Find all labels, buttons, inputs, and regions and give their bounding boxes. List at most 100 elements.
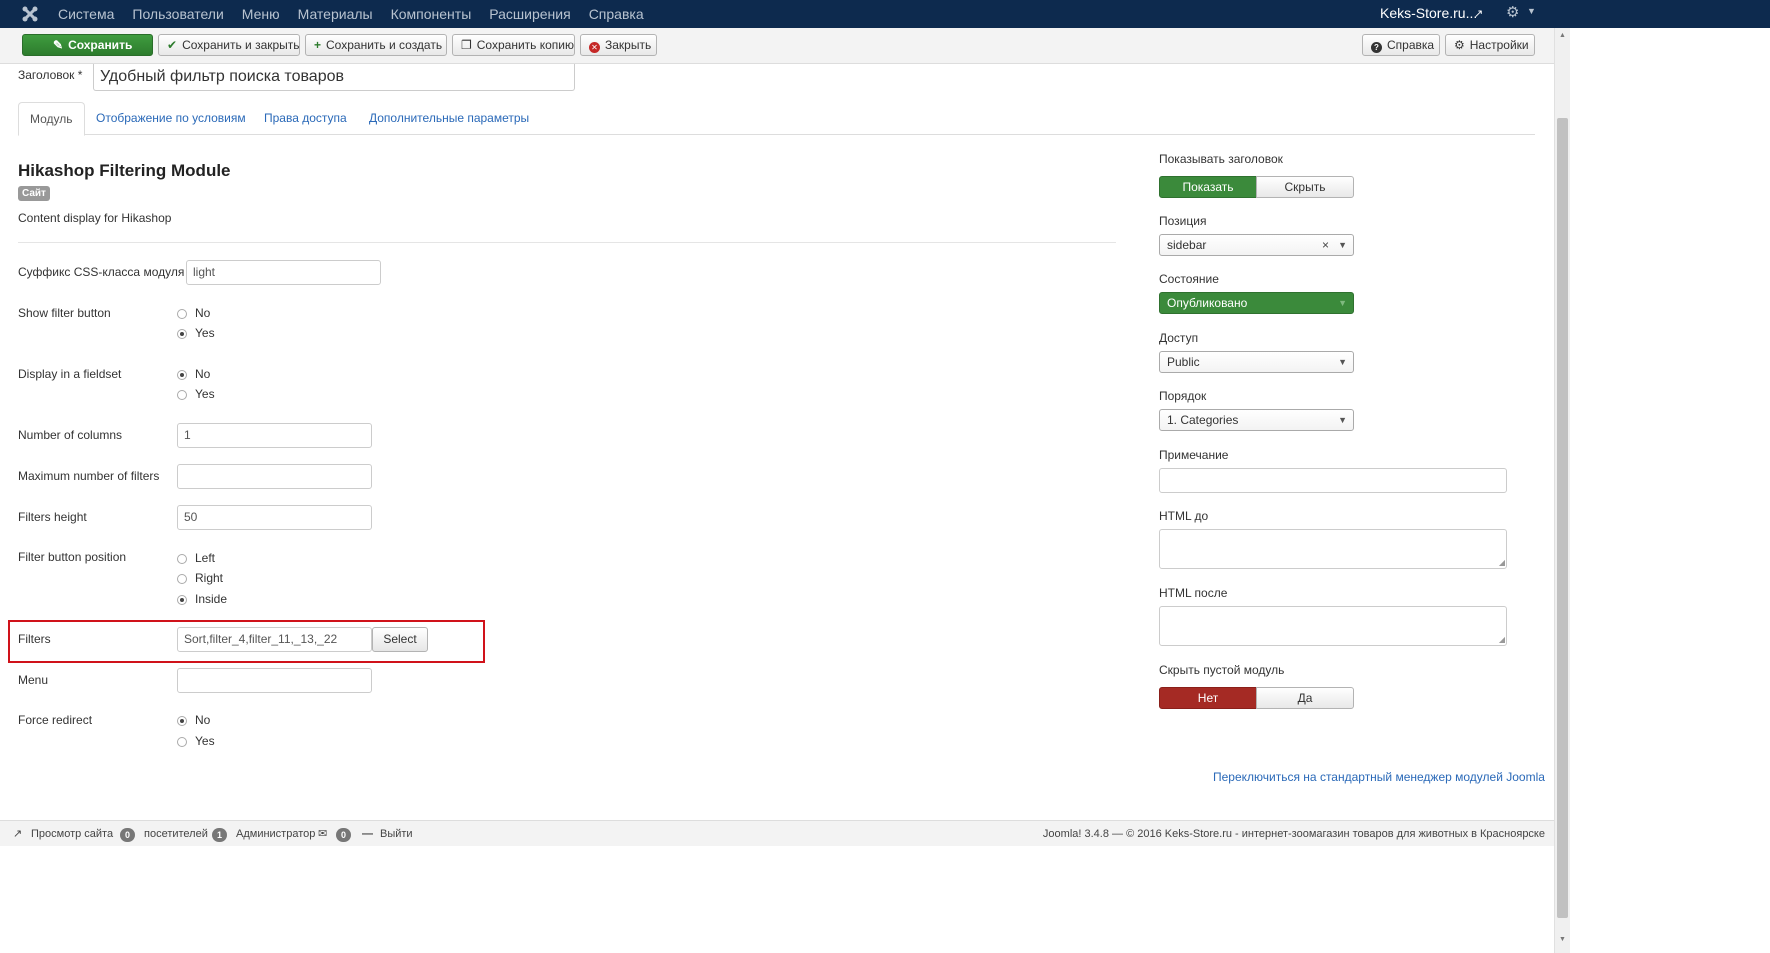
status-bar: ↗ Просмотр сайта 0 посетителей 1 Админис… xyxy=(0,820,1554,846)
radio-label: Yes xyxy=(195,387,215,401)
view-site-link[interactable]: Просмотр сайта xyxy=(31,821,113,847)
tab-bar: Модуль Отображение по условиям Права дос… xyxy=(18,102,1535,136)
force-redirect-label: Force redirect xyxy=(18,713,93,727)
display-fieldset-label: Display in a fieldset xyxy=(18,367,122,381)
chevron-down-icon: ▼ xyxy=(1338,415,1347,425)
radio-label: Left xyxy=(195,551,216,565)
position-left-radio[interactable] xyxy=(177,554,187,564)
note-input[interactable] xyxy=(1159,468,1507,493)
filters-input[interactable]: Sort,filter_4,filter_11,_13,_22 xyxy=(177,627,372,652)
css-suffix-input[interactable]: light xyxy=(186,260,381,285)
page-scrollbar[interactable]: ▲ ▼ xyxy=(1554,28,1570,953)
ordering-select[interactable]: 1. Categories ▼ xyxy=(1159,409,1354,431)
chevron-down-icon: ▼ xyxy=(1338,357,1347,367)
access-select[interactable]: Public ▼ xyxy=(1159,351,1354,373)
chevron-down-icon: ▼ xyxy=(1338,240,1347,250)
filters-select-button[interactable]: Select xyxy=(372,627,428,652)
save-new-button[interactable]: + Сохранить и создать xyxy=(305,34,447,56)
filters-height-label: Filters height xyxy=(18,510,87,524)
css-suffix-label: Суффикс CSS-класса модуля xyxy=(18,265,185,279)
close-button[interactable]: ✕ Закрыть xyxy=(580,34,657,56)
switch-module-manager-link[interactable]: Переключиться на стандартный менеджер мо… xyxy=(1213,770,1545,784)
scrollbar-thumb[interactable] xyxy=(1557,118,1568,918)
menu-item-content[interactable]: Материалы xyxy=(298,0,373,28)
menu-item-components[interactable]: Компоненты xyxy=(391,0,472,28)
force-redirect-no-radio[interactable] xyxy=(177,716,187,726)
scroll-up-icon[interactable]: ▲ xyxy=(1559,32,1566,39)
divider xyxy=(18,242,1116,243)
menu-label: Menu xyxy=(18,673,49,687)
tab-menu-assignment[interactable]: Отображение по условиям xyxy=(96,102,246,135)
state-value: Опубликовано xyxy=(1167,296,1248,310)
tab-module[interactable]: Модуль xyxy=(18,102,85,136)
position-value: sidebar xyxy=(1167,238,1207,252)
question-icon: ? xyxy=(1371,42,1382,53)
logout-link[interactable]: Выйти xyxy=(380,821,413,847)
menu-item-help[interactable]: Справка xyxy=(589,0,644,28)
show-filter-button-yes-radio[interactable] xyxy=(177,329,187,339)
display-fieldset-no-radio[interactable] xyxy=(177,370,187,380)
position-inside-radio[interactable] xyxy=(177,595,187,605)
radio-label: No xyxy=(195,713,211,727)
max-filters-input[interactable] xyxy=(177,464,372,489)
site-link[interactable]: Keks-Store.ru... xyxy=(1380,0,1477,26)
main-menu: Система Пользователи Меню Материалы Комп… xyxy=(58,0,662,28)
force-redirect-yes-radio[interactable] xyxy=(177,737,187,747)
resize-handle-icon[interactable]: ◢ xyxy=(1499,636,1505,644)
visitors-count-badge: 0 xyxy=(120,828,136,842)
chevron-down-icon: ▼ xyxy=(1338,298,1347,308)
state-select[interactable]: Опубликовано ▼ xyxy=(1159,292,1354,314)
show-title-hide-button[interactable]: Скрыть xyxy=(1256,176,1354,198)
html-after-textarea[interactable]: ◢ xyxy=(1159,606,1507,646)
clear-icon[interactable]: × xyxy=(1322,235,1329,255)
show-filter-button-label: Show filter button xyxy=(18,306,111,320)
help-button[interactable]: ? Справка xyxy=(1362,34,1440,56)
display-fieldset-yes-radio[interactable] xyxy=(177,390,187,400)
filters-label: Filters xyxy=(18,632,51,646)
title-label: Заголовок * xyxy=(18,68,83,82)
plus-icon: + xyxy=(314,38,322,52)
external-link-icon: ↗ xyxy=(1474,8,1484,20)
scroll-down-icon[interactable]: ▼ xyxy=(1559,936,1566,943)
chevron-down-icon[interactable]: ▼ xyxy=(1527,6,1536,16)
filter-button-position-label: Filter button position xyxy=(18,550,127,564)
close-icon: ✕ xyxy=(589,42,600,53)
external-link-icon: ↗ xyxy=(13,828,23,840)
ordering-value: 1. Categories xyxy=(1167,413,1239,427)
html-before-textarea[interactable]: ◢ xyxy=(1159,529,1507,569)
gear-icon[interactable]: ⚙ xyxy=(1506,3,1519,21)
num-columns-label: Number of columns xyxy=(18,428,123,442)
save-copy-button[interactable]: ❐ Сохранить копию xyxy=(452,34,575,56)
save-close-button[interactable]: ✔ Сохранить и закрыть xyxy=(158,34,300,56)
menu-item-extensions[interactable]: Расширения xyxy=(489,0,570,28)
radio-label: Right xyxy=(195,571,224,585)
title-input[interactable]: Удобный фильтр поиска товаров xyxy=(93,64,575,91)
show-filter-button-no-radio[interactable] xyxy=(177,309,187,319)
options-button[interactable]: ⚙ Настройки xyxy=(1445,34,1535,56)
position-label: Позиция xyxy=(1159,214,1207,228)
radio-label: No xyxy=(195,306,211,320)
save-button[interactable]: ✎ Сохранить xyxy=(22,34,153,56)
radio-label: Inside xyxy=(195,592,228,606)
tab-advanced[interactable]: Дополнительные параметры xyxy=(369,102,529,135)
tab-permissions[interactable]: Права доступа xyxy=(264,102,347,135)
html-after-label: HTML после xyxy=(1159,586,1228,600)
radio-label: Yes xyxy=(195,326,215,340)
show-title-show-button[interactable]: Показать xyxy=(1159,176,1257,198)
joomla-logo-icon[interactable] xyxy=(21,5,39,23)
position-select[interactable]: sidebar × ▼ xyxy=(1159,234,1354,256)
ordering-label: Порядок xyxy=(1159,389,1207,403)
max-filters-label: Maximum number of filters xyxy=(18,469,160,483)
menu-item-users[interactable]: Пользователи xyxy=(132,0,223,28)
menu-item-system[interactable]: Система xyxy=(58,0,114,28)
hide-empty-no-button[interactable]: Нет xyxy=(1159,687,1257,709)
module-title: Hikashop Filtering Module xyxy=(18,161,231,180)
menu-input[interactable] xyxy=(177,668,372,693)
menu-item-menus[interactable]: Меню xyxy=(242,0,280,28)
resize-handle-icon[interactable]: ◢ xyxy=(1499,559,1505,567)
filters-height-input[interactable]: 50 xyxy=(177,505,372,530)
hide-empty-yes-button[interactable]: Да xyxy=(1256,687,1354,709)
num-columns-input[interactable]: 1 xyxy=(177,423,372,448)
position-right-radio[interactable] xyxy=(177,574,187,584)
html-before-label: HTML до xyxy=(1159,509,1209,523)
